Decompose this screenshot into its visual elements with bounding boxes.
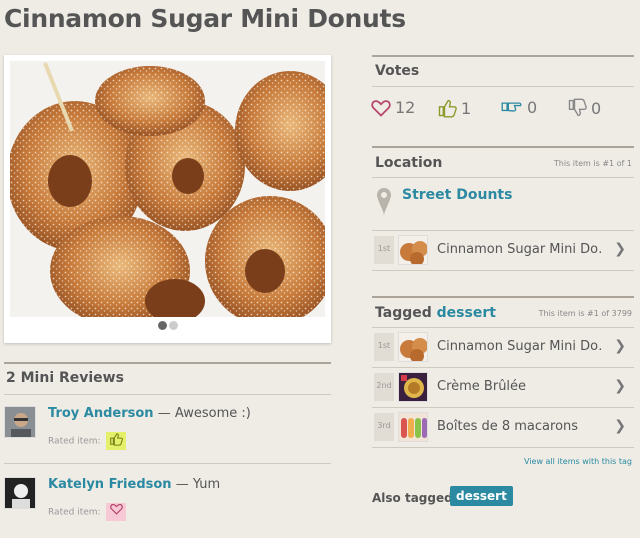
review-line: Katelyn Friedson — Yum [48, 477, 220, 492]
gallery-dot[interactable] [168, 321, 178, 330]
rated-item: Rated item: [48, 503, 127, 521]
chevron-right-icon: ❯ [614, 418, 626, 434]
tagged-title: Tagged dessert [375, 305, 496, 321]
rated-label: Rated item: [48, 507, 101, 518]
rank-badge: 2nd [374, 373, 394, 401]
map-pin-icon [376, 187, 392, 221]
vote-count: 1 [461, 98, 472, 118]
thumbs-up-icon [106, 432, 127, 450]
thumbs-sideways-icon [501, 99, 523, 117]
chevron-right-icon: ❯ [614, 378, 626, 394]
also-tagged-label: Also tagged: [372, 491, 458, 505]
reviews-title: 2 Mini Reviews [6, 370, 124, 386]
heart-icon [106, 503, 127, 521]
donuts-photo [10, 61, 325, 317]
item-name: Cinnamon Sugar Mini Do… [437, 339, 602, 354]
item-name: Crème Brûlée [437, 379, 527, 394]
reviewer-name[interactable]: Katelyn Friedson [48, 477, 172, 492]
photo-gallery[interactable] [4, 55, 331, 343]
thumbs-down-icon [567, 98, 587, 118]
divider [372, 146, 634, 148]
location-name-link[interactable]: Street Dounts [402, 187, 512, 203]
tagged-item-row[interactable]: 3rd Boîtes de 8 macarons ❯ [372, 408, 634, 446]
review-line: Troy Anderson — Awesome :) [48, 406, 251, 421]
tagged-prefix: Tagged [375, 305, 432, 321]
divider [372, 177, 634, 178]
divider [372, 447, 634, 448]
divider [4, 362, 331, 364]
vote-count: 12 [395, 98, 416, 117]
rank-badge: 1st [374, 333, 394, 361]
divider [372, 270, 634, 271]
avatar[interactable] [4, 406, 36, 438]
gallery-dot[interactable] [157, 321, 167, 330]
item-name: Boîtes de 8 macarons [437, 419, 579, 434]
votes-title: Votes [375, 63, 420, 79]
rank-badge: 3rd [374, 413, 394, 441]
vote-sideways-button[interactable]: 0 [501, 98, 537, 117]
divider [4, 394, 331, 395]
reviewer-name[interactable]: Troy Anderson [48, 406, 154, 421]
review-text: Yum [192, 477, 221, 492]
chevron-right-icon: ❯ [614, 338, 626, 354]
review-text: Awesome :) [174, 406, 251, 421]
chevron-right-icon: ❯ [614, 241, 626, 257]
item-thumbnail [398, 412, 428, 442]
vote-heart-button[interactable]: 12 [371, 98, 415, 117]
rated-label: Rated item: [48, 436, 101, 447]
gallery-dots [4, 321, 331, 330]
vote-thumbs-up-button[interactable]: 1 [437, 98, 471, 118]
location-rank-note: This item is #1 of 1 [553, 159, 632, 168]
rank-badge: 1st [374, 236, 394, 264]
vote-thumbs-down-button[interactable]: 0 [567, 98, 601, 118]
tagged-tag-link[interactable]: dessert [437, 305, 496, 321]
divider [372, 296, 634, 298]
tagged-rank-note: This item is #1 of 3799 [538, 309, 632, 318]
thumbs-up-icon [437, 98, 457, 118]
view-all-link[interactable]: View all items with this tag [524, 457, 632, 466]
rated-item: Rated item: [48, 432, 127, 450]
heart-icon [371, 99, 391, 117]
tag-badge-dessert[interactable]: dessert [450, 486, 513, 506]
review-separator: — [157, 406, 171, 421]
tagged-item-row[interactable]: 1st Cinnamon Sugar Mini Do… ❯ [372, 328, 634, 366]
item-thumbnail [398, 332, 428, 362]
item-thumbnail [398, 372, 428, 402]
tagged-item-row[interactable]: 2nd Crème Brûlée ❯ [372, 368, 634, 406]
vote-count: 0 [591, 98, 602, 118]
divider [4, 463, 331, 464]
page-title: Cinnamon Sugar Mini Donuts [4, 4, 406, 33]
avatar[interactable] [4, 477, 36, 509]
location-title: Location [375, 155, 443, 171]
item-name: Cinnamon Sugar Mini Do… [437, 242, 602, 257]
vote-count: 0 [527, 98, 538, 117]
location-item-row[interactable]: 1st Cinnamon Sugar Mini Do… ❯ [372, 231, 634, 269]
review-separator: — [175, 477, 189, 492]
divider [372, 86, 634, 87]
divider [372, 55, 634, 57]
item-thumbnail [398, 235, 428, 265]
